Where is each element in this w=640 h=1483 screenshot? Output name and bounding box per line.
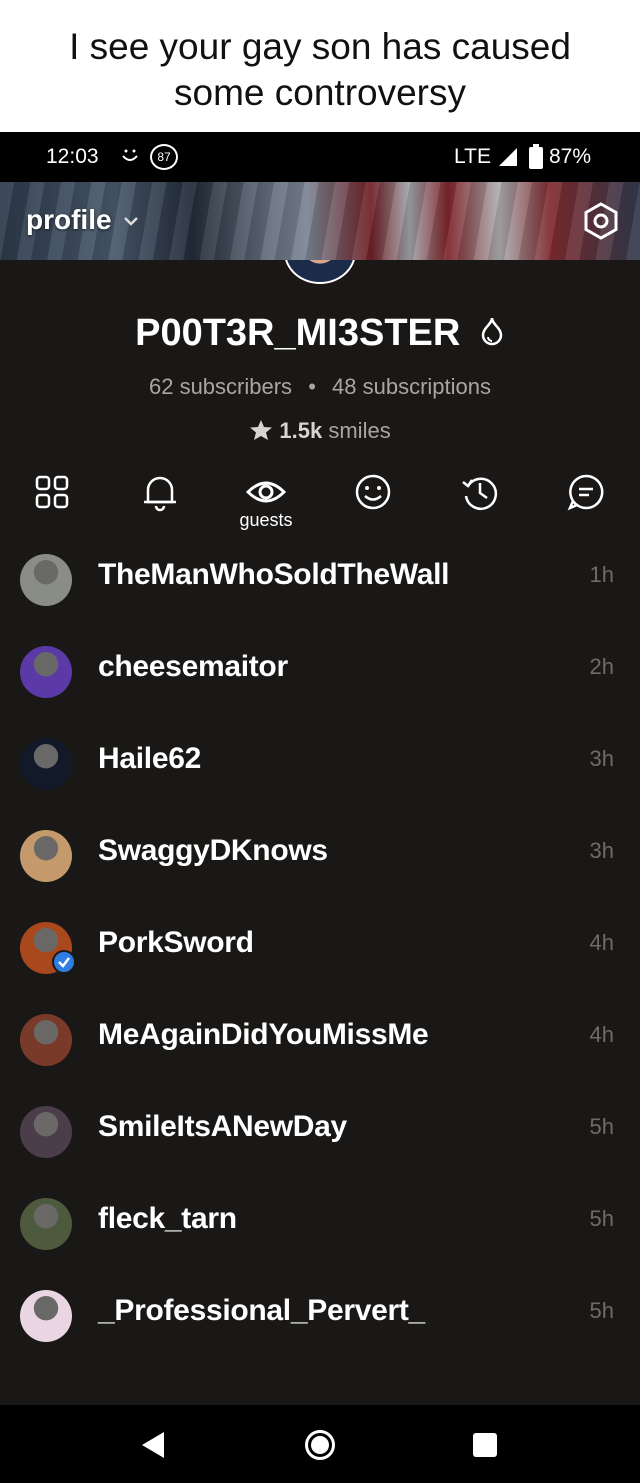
guest-username[interactable]: SwaggyDKnows xyxy=(98,834,328,868)
chat-icon xyxy=(567,474,604,511)
smiles-label: smiles xyxy=(328,418,391,443)
android-nav-bar xyxy=(0,1405,640,1483)
status-bar: 12:03 87 LTE 87% xyxy=(0,132,640,182)
verified-badge-icon xyxy=(52,950,76,974)
tab-smiles[interactable] xyxy=(343,470,403,540)
visit-time: 5h xyxy=(589,1298,614,1323)
caption-text: I see your gay son has caused some contr… xyxy=(69,26,571,113)
tab-guests[interactable]: guests xyxy=(236,470,296,540)
visit-time: 3h xyxy=(589,746,614,771)
subscribers-count[interactable]: 62 subscribers xyxy=(149,374,292,399)
smile-icon xyxy=(355,474,391,510)
history-icon xyxy=(462,477,498,510)
guest-username[interactable]: cheesemaitor xyxy=(98,650,288,684)
guest-row[interactable]: SmileItsANewDay 5h xyxy=(0,1096,640,1188)
profile-stats: 62 subscribers • 48 subscriptions xyxy=(0,374,640,400)
profile-tabs: guests xyxy=(0,470,640,540)
smiles-count: 1.5k xyxy=(279,418,323,443)
meme-caption: I see your gay son has caused some contr… xyxy=(0,0,640,132)
fire-drop-icon xyxy=(479,313,505,356)
eye-icon xyxy=(246,481,286,503)
status-time: 12:03 xyxy=(46,145,99,168)
profile-smiles: 1.5k smiles xyxy=(0,418,640,444)
network-type: LTE xyxy=(454,145,491,168)
tab-guests-label: guests xyxy=(239,510,293,530)
guest-row[interactable]: Haile62 3h xyxy=(0,728,640,820)
guest-row[interactable]: TheManWhoSoldTheWall 1h xyxy=(0,544,640,636)
guest-row[interactable]: fleck_tarn 5h xyxy=(0,1188,640,1280)
avatar[interactable] xyxy=(20,646,72,698)
chevron-down-icon[interactable] xyxy=(122,214,140,232)
notification-count-badge: 87 xyxy=(150,144,178,170)
tab-posts-grid[interactable] xyxy=(22,470,82,540)
profile-page: P00T3R_MI3STER 62 subscribers • 48 subsc… xyxy=(0,260,640,1405)
visit-time: 2h xyxy=(589,654,614,679)
guest-row[interactable]: MeAgainDidYouMissMe 4h xyxy=(0,1004,640,1096)
guest-username[interactable]: TheManWhoSoldTheWall xyxy=(98,558,450,592)
subscriptions-count[interactable]: 48 subscriptions xyxy=(332,374,491,399)
avatar[interactable] xyxy=(20,1014,72,1066)
guest-row[interactable]: SwaggyDKnows 3h xyxy=(0,820,640,912)
guest-username[interactable]: Haile62 xyxy=(98,742,201,776)
profile-username: P00T3R_MI3STER xyxy=(0,312,640,356)
grid-icon xyxy=(35,475,69,509)
home-icon[interactable] xyxy=(305,1430,335,1460)
tab-notifications[interactable] xyxy=(130,470,190,540)
back-icon[interactable] xyxy=(140,1430,166,1465)
visit-time: 1h xyxy=(589,562,614,587)
visit-time: 4h xyxy=(589,1022,614,1047)
stats-separator: • xyxy=(308,374,316,399)
bell-icon xyxy=(144,476,176,512)
settings-gear-icon[interactable] xyxy=(581,201,621,241)
avatar[interactable] xyxy=(20,830,72,882)
battery-icon xyxy=(529,144,543,176)
profile-avatar[interactable] xyxy=(284,260,356,284)
star-icon xyxy=(249,418,279,443)
guest-username[interactable]: _Professional_Pervert_ xyxy=(98,1294,425,1328)
avatar[interactable] xyxy=(20,1106,72,1158)
avatar[interactable] xyxy=(20,1290,72,1342)
guest-username[interactable]: SmileItsANewDay xyxy=(98,1110,347,1144)
guest-row[interactable]: cheesemaitor 2h xyxy=(0,636,640,728)
avatar[interactable] xyxy=(20,554,72,606)
avatar[interactable] xyxy=(20,738,72,790)
tab-history[interactable] xyxy=(450,470,510,540)
recents-icon[interactable] xyxy=(473,1433,497,1457)
username-text: P00T3R_MI3STER xyxy=(135,312,461,354)
status-smile-icon xyxy=(119,144,141,174)
guest-username[interactable]: MeAgainDidYouMissMe xyxy=(98,1018,429,1052)
tab-chats[interactable] xyxy=(556,470,616,540)
visit-time: 5h xyxy=(589,1114,614,1139)
battery-percent: 87% xyxy=(549,145,592,168)
profile-menu-label[interactable]: profile xyxy=(26,204,112,236)
guest-username[interactable]: PorkSword xyxy=(98,926,254,960)
avatar[interactable] xyxy=(20,1198,72,1250)
guest-username[interactable]: fleck_tarn xyxy=(98,1202,237,1236)
profile-header-banner: profile xyxy=(0,182,640,260)
visit-time: 4h xyxy=(589,930,614,955)
visit-time: 5h xyxy=(589,1206,614,1231)
guest-row[interactable]: _Professional_Pervert_ 5h xyxy=(0,1280,640,1372)
visit-time: 3h xyxy=(589,838,614,863)
guest-row[interactable]: PorkSword 4h xyxy=(0,912,640,1004)
signal-icon xyxy=(497,146,519,174)
